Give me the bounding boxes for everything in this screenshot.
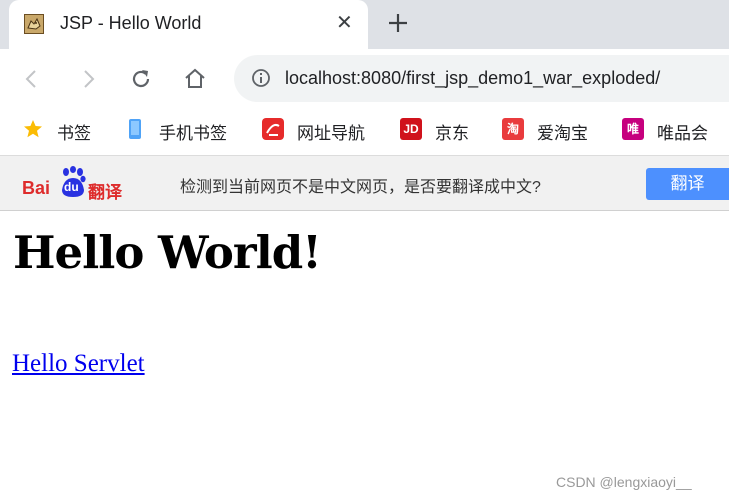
taobao-icon: 淘: [502, 118, 524, 140]
translate-prompt: 检测到当前网页不是中文网页，是否要翻译成中文?: [180, 179, 541, 196]
browser-toolbar: localhost:8080/first_jsp_demo1_war_explo…: [0, 49, 729, 107]
hello-servlet-link[interactable]: Hello Servlet: [12, 350, 145, 378]
tab-title: JSP - Hello World: [60, 13, 202, 33]
csdn-watermark: CSDN @lengxiaoyi__: [556, 474, 692, 490]
baidu-translate-logo: Bai du 翻译: [22, 166, 124, 202]
jd-icon: JD: [400, 118, 422, 140]
baidu-logo-du: du: [64, 180, 79, 194]
page-heading: Hello World!: [13, 226, 322, 279]
bookmark-label: 唯品会: [657, 124, 708, 143]
bookmark-label: 书签: [57, 124, 91, 143]
navigation-icon: [262, 118, 284, 140]
bookmarks-bar: 书签 手机书签 网址导航 JD 京东 淘 爱淘宝 唯 唯品会: [0, 107, 729, 151]
baidu-logo-text: Bai: [22, 178, 51, 198]
tab-strip: JSP - Hello World ✕: [0, 0, 729, 49]
bookmark-label: 网址导航: [297, 124, 365, 143]
close-icon[interactable]: ✕: [336, 12, 353, 34]
bookmark-label: 京东: [435, 124, 469, 143]
back-arrow-icon[interactable]: [20, 67, 44, 91]
info-icon[interactable]: [251, 68, 271, 88]
star-icon: [24, 120, 42, 138]
bookmark-label: 手机书签: [159, 124, 227, 143]
new-tab-icon[interactable]: [385, 10, 411, 36]
home-icon[interactable]: [183, 67, 207, 91]
vip-icon: 唯: [622, 118, 644, 140]
reload-icon[interactable]: [129, 67, 153, 91]
translate-bar: Bai du 翻译 检测到当前网页不是中文网页，是否要翻译成中文? 翻译: [0, 155, 729, 211]
active-tab[interactable]: JSP - Hello World ✕: [9, 0, 368, 49]
translate-button[interactable]: 翻译: [646, 168, 729, 200]
baidu-fanyi-text: 翻译: [88, 183, 122, 202]
bookmark-label: 爱淘宝: [537, 124, 588, 143]
forward-arrow-icon[interactable]: [76, 67, 100, 91]
phone-icon: [129, 119, 141, 139]
url-text[interactable]: localhost:8080/first_jsp_demo1_war_explo…: [285, 68, 660, 89]
address-bar[interactable]: localhost:8080/first_jsp_demo1_war_explo…: [234, 55, 729, 102]
tomcat-icon: [24, 14, 44, 34]
